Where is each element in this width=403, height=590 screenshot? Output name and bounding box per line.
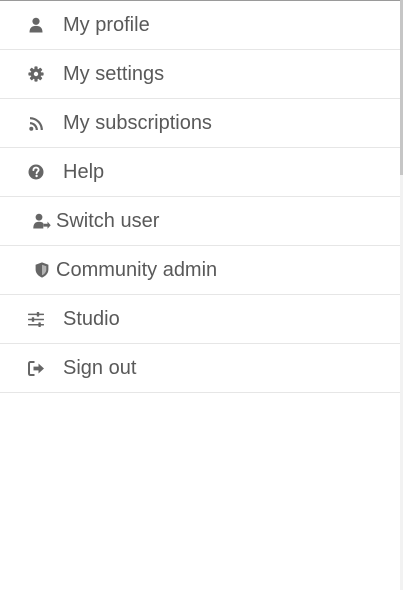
menu-item-sign-out[interactable]: Sign out — [0, 344, 400, 393]
user-icon — [27, 1, 45, 49]
sign-out-icon — [27, 344, 45, 392]
menu-item-label: My subscriptions — [63, 112, 212, 134]
menu-item-label: Studio — [63, 308, 120, 330]
menu-item-my-settings[interactable]: My settings — [0, 50, 400, 99]
menu-item-label: My profile — [63, 14, 150, 36]
user-menu-panel: My profile My settings My subscriptions … — [0, 0, 400, 590]
menu-item-label: Switch user — [56, 210, 160, 232]
sliders-icon — [27, 295, 45, 343]
menu-item-my-profile[interactable]: My profile — [0, 1, 400, 50]
menu-item-label: Sign out — [63, 357, 137, 379]
menu-item-community-admin[interactable]: Community admin — [0, 246, 400, 295]
menu-item-label: Community admin — [56, 259, 218, 281]
rss-icon — [27, 99, 45, 147]
menu-item-label: Help — [63, 161, 105, 183]
shield-icon — [33, 246, 51, 294]
gear-icon — [27, 50, 45, 98]
menu-item-my-subscriptions[interactable]: My subscriptions — [0, 99, 400, 148]
question-circle-icon — [27, 148, 45, 196]
menu-item-switch-user[interactable]: Switch user — [0, 197, 400, 246]
switch-user-icon — [33, 197, 51, 245]
menu-item-help[interactable]: Help — [0, 148, 400, 197]
user-menu-list: My profile My settings My subscriptions … — [0, 1, 400, 393]
menu-item-studio[interactable]: Studio — [0, 295, 400, 344]
menu-item-label: My settings — [63, 63, 165, 85]
